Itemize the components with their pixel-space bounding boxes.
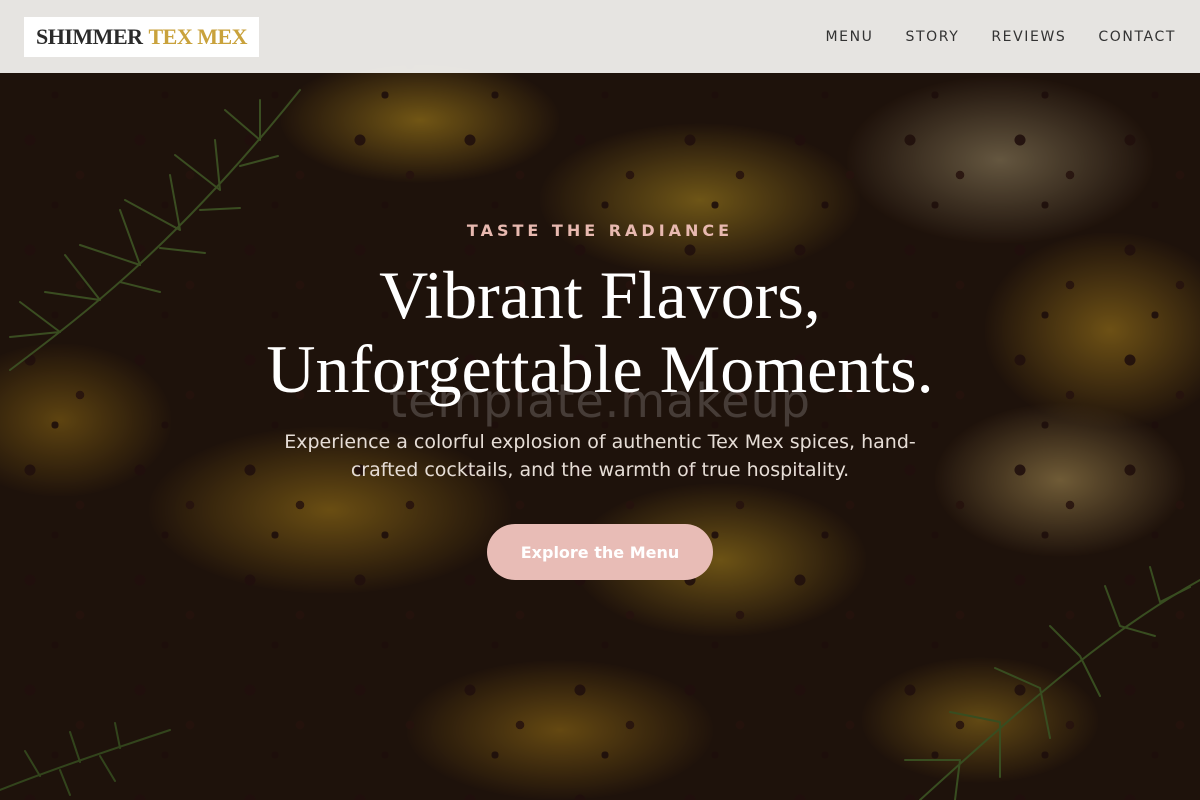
hero-eyebrow: TASTE THE RADIANCE (466, 221, 734, 240)
watermark-text: template.makeup (389, 374, 811, 428)
explore-menu-button[interactable]: Explore the Menu (487, 524, 713, 580)
hero-section: TASTE THE RADIANCE Vibrant Flavors, Unfo… (0, 0, 1200, 800)
hero-subtext: Experience a colorful explosion of authe… (284, 431, 916, 481)
hero-headline-line-1: Vibrant Flavors, (379, 257, 821, 333)
